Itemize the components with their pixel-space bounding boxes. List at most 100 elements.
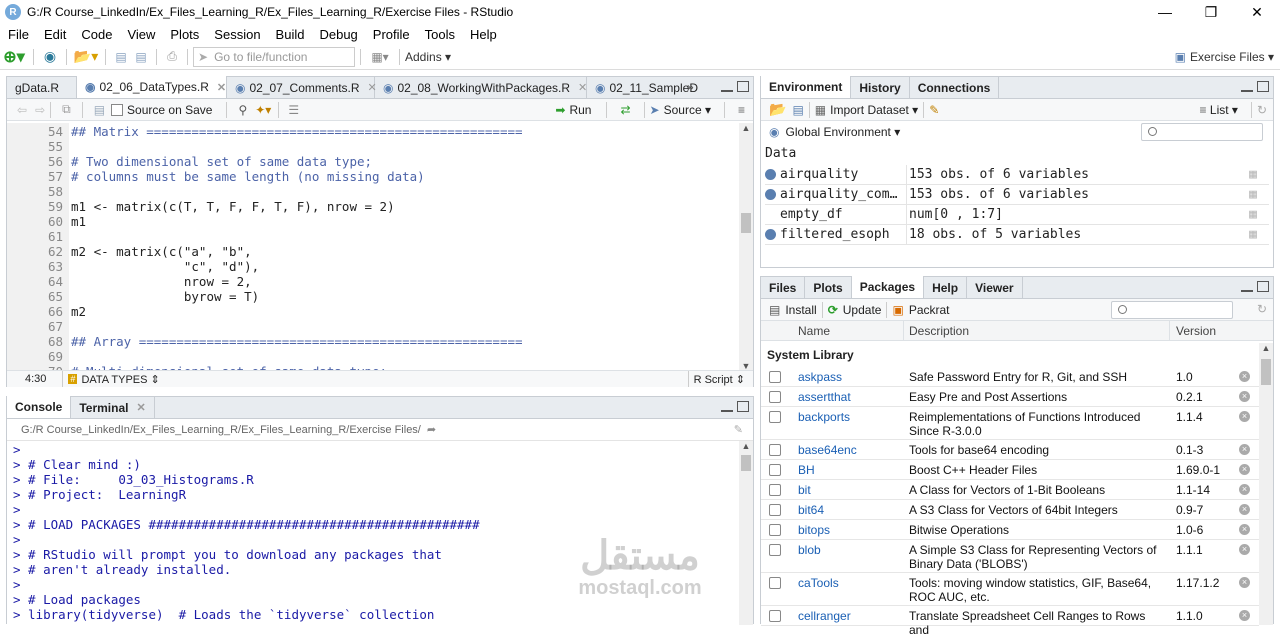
update-button[interactable]: ⟳ Update (828, 303, 882, 317)
package-name-link[interactable]: caTools (798, 576, 839, 590)
code-line[interactable]: # columns must be same length (no missin… (71, 169, 737, 184)
save-all-icon[interactable]: ▤ (131, 47, 151, 67)
tab-help[interactable]: Help (924, 277, 968, 298)
view-table-icon[interactable]: ▦ (1249, 207, 1257, 222)
remove-package-icon[interactable]: × (1239, 391, 1250, 402)
layout-grid-icon[interactable]: ▦▾ (366, 47, 394, 67)
view-table-icon[interactable]: ▦ (1249, 167, 1257, 182)
package-load-checkbox[interactable] (769, 504, 781, 516)
close-tab-icon[interactable]: ✕ (136, 401, 145, 414)
source-on-save-checkbox[interactable] (111, 103, 124, 116)
refresh-icon[interactable]: ↻ (1257, 302, 1267, 316)
rerun-icon[interactable]: ⇄ (620, 103, 630, 117)
file-type-selector[interactable]: R Script ⇕ (694, 373, 745, 386)
column-header-description[interactable]: Description (909, 324, 969, 338)
scroll-up-arrow-icon[interactable]: ▲ (1259, 343, 1273, 353)
remove-package-icon[interactable]: × (1239, 484, 1250, 495)
code-line[interactable] (71, 139, 737, 154)
maximize-pane-icon[interactable] (737, 401, 749, 412)
environment-search-input[interactable] (1141, 123, 1263, 141)
remove-package-icon[interactable]: × (1239, 610, 1250, 621)
minimize-pane-icon[interactable] (721, 408, 733, 412)
package-name-link[interactable]: assertthat (798, 390, 851, 404)
view-mode-button[interactable]: ≡ List ▾ (1200, 103, 1238, 117)
load-workspace-icon[interactable]: 📂 (769, 101, 786, 118)
scroll-thumb[interactable] (741, 455, 751, 471)
print-icon[interactable]: ⎙ (162, 47, 182, 67)
menu-profile[interactable]: Profile (365, 27, 417, 42)
install-button[interactable]: ▤ Install (769, 303, 817, 317)
package-load-checkbox[interactable] (769, 610, 781, 622)
tab-history[interactable]: History (851, 77, 910, 98)
tab-getdata[interactable]: gData.R (7, 77, 77, 98)
editor-scrollbar[interactable]: ▲ ▼ (739, 123, 753, 371)
forward-arrow-icon[interactable]: ⇨ (35, 103, 45, 117)
new-project-icon[interactable]: ◉ (39, 47, 61, 67)
project-menu-button[interactable]: ▣ Exercise Files ▾ (1175, 47, 1274, 67)
open-file-icon[interactable]: 📂▾ (72, 47, 100, 67)
back-arrow-icon[interactable]: ⇦ (17, 103, 27, 117)
column-header-version[interactable]: Version (1176, 324, 1216, 338)
addins-button[interactable]: Addins ▾ (405, 47, 451, 67)
tab-workingwithpackages[interactable]: ◉ 02_08_WorkingWithPackages.R ✕ (375, 77, 587, 98)
code-line[interactable] (71, 319, 737, 334)
maximize-window-button[interactable]: ❐ (1188, 0, 1234, 24)
menu-edit[interactable]: Edit (36, 27, 73, 42)
environment-row[interactable]: empty_df num[0 , 1:7] ▦ (765, 204, 1269, 225)
expand-arrow-icon[interactable] (765, 229, 776, 240)
code-line[interactable]: "c", "d"), (71, 259, 737, 274)
maximize-pane-icon[interactable] (1257, 281, 1269, 292)
tab-viewer[interactable]: Viewer (967, 277, 1023, 298)
tab-comments[interactable]: ◉ 02_07_Comments.R ✕ (227, 77, 377, 98)
code-line[interactable] (71, 349, 737, 364)
packrat-button[interactable]: ▣ Packrat (892, 303, 949, 317)
view-table-icon[interactable]: ▦ (1249, 187, 1257, 202)
environment-row[interactable]: airquality 153 obs. of 6 variables ▦ (765, 164, 1269, 185)
refresh-icon[interactable]: ↻ (1257, 103, 1267, 117)
package-name-link[interactable]: blob (798, 543, 821, 557)
show-in-window-icon[interactable]: ⧉ (62, 102, 71, 117)
remove-package-icon[interactable]: × (1239, 411, 1250, 422)
package-name-link[interactable]: bitops (798, 523, 830, 537)
environment-row[interactable]: airquality_com… 153 obs. of 6 variables ▦ (765, 184, 1269, 205)
remove-package-icon[interactable]: × (1239, 464, 1250, 475)
clear-broom-icon[interactable]: ✎ (929, 103, 939, 117)
tab-datatypes[interactable]: ◉ 02_06_DataTypes.R ✕ (77, 76, 227, 98)
package-name-link[interactable]: bit64 (798, 503, 824, 517)
new-file-icon[interactable]: ⊕▾ (0, 47, 28, 67)
menu-code[interactable]: Code (73, 27, 119, 42)
package-load-checkbox[interactable] (769, 577, 781, 589)
view-table-icon[interactable]: ▦ (1249, 227, 1257, 242)
minimize-pane-icon[interactable] (721, 88, 733, 92)
tab-packages[interactable]: Packages (851, 276, 925, 298)
code-line[interactable]: byrow = T) (71, 289, 737, 304)
packages-search-input[interactable] (1111, 301, 1233, 319)
code-line[interactable]: # Two dimensional set of same data type; (71, 154, 737, 169)
scroll-up-arrow-icon[interactable]: ▲ (739, 441, 753, 451)
tab-console[interactable]: Console (7, 396, 72, 418)
tab-sampledata[interactable]: ◉ 02_11_SampleD (587, 77, 698, 98)
close-window-button[interactable]: ✕ (1234, 0, 1280, 24)
package-name-link[interactable]: BH (798, 463, 815, 477)
code-area[interactable]: ## Matrix ==============================… (69, 123, 737, 371)
menu-file[interactable]: File (0, 27, 36, 42)
save-icon[interactable]: ▤ (94, 103, 105, 117)
package-load-checkbox[interactable] (769, 524, 781, 536)
scroll-thumb[interactable] (741, 213, 751, 233)
menu-tools[interactable]: Tools (417, 27, 462, 42)
tab-plots[interactable]: Plots (805, 277, 852, 298)
document-outline-icon[interactable]: ≡ (738, 103, 745, 117)
code-line[interactable]: m2 (71, 304, 737, 319)
more-tabs-chevron-icon[interactable]: » (687, 80, 694, 94)
code-line[interactable]: ## Array ===============================… (71, 334, 737, 349)
menu-debug[interactable]: Debug (311, 27, 364, 42)
tab-environment[interactable]: Environment (761, 76, 852, 98)
maximize-pane-icon[interactable] (1257, 81, 1269, 92)
package-name-link[interactable]: backports (798, 410, 850, 424)
section-navigator[interactable]: DATA TYPES ⇕ (81, 373, 159, 386)
tab-terminal[interactable]: Terminal ✕ (71, 397, 155, 418)
close-tab-icon[interactable]: ✕ (217, 81, 226, 94)
scroll-thumb[interactable] (1261, 359, 1271, 385)
package-name-link[interactable]: base64enc (798, 443, 857, 457)
console-scrollbar[interactable]: ▲ (739, 441, 753, 625)
